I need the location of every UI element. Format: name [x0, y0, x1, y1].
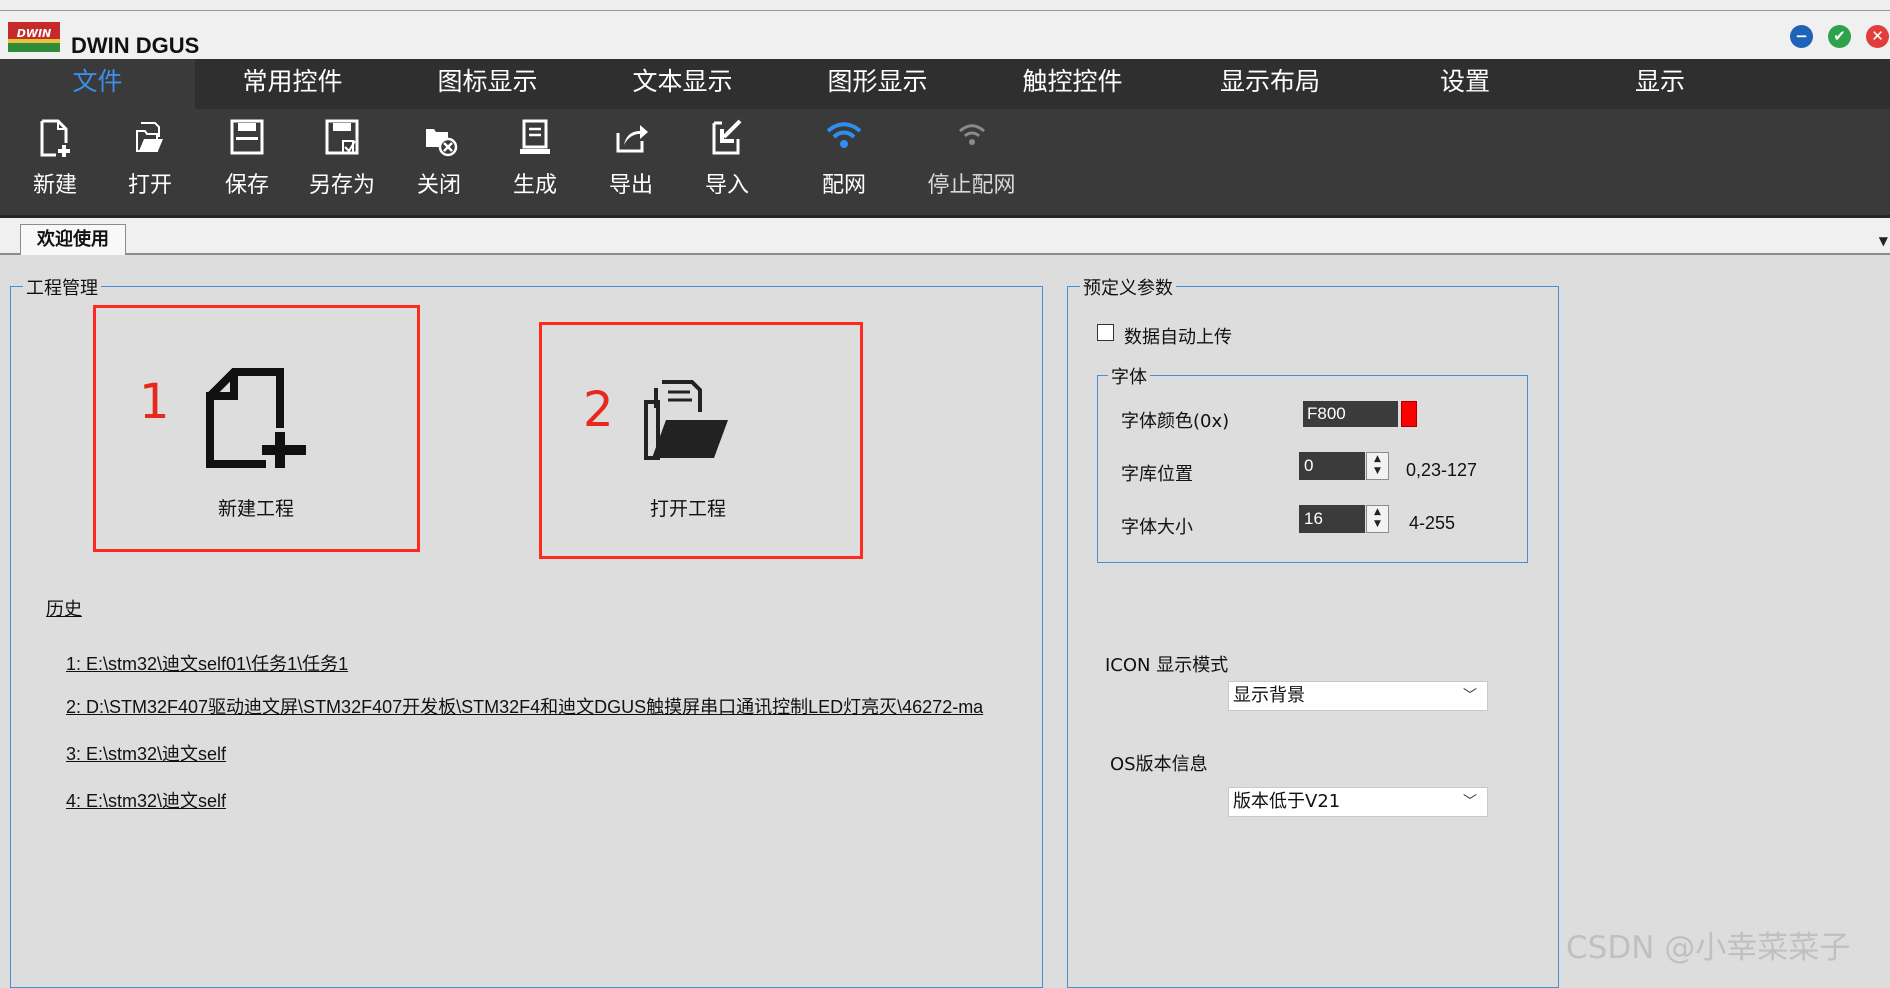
new-project-number: 1: [139, 374, 170, 430]
history-item-2[interactable]: 2: D:\STM32F407驱动迪文屏\STM32F407开发板\STM32F…: [66, 693, 984, 719]
font-size-input[interactable]: 16: [1299, 505, 1365, 533]
toolbar-new-label: 新建: [32, 173, 77, 198]
maximize-button[interactable]: ✔: [1828, 25, 1851, 48]
toolbar-close-label: 关闭: [416, 173, 461, 198]
new-project-icon: [206, 368, 306, 468]
import-icon: [712, 119, 742, 155]
toolbar-export-button[interactable]: 导出: [596, 109, 666, 215]
generate-icon: [520, 119, 550, 154]
font-lib-spinner[interactable]: ▲ ▼: [1366, 452, 1389, 480]
wifi-off-icon: [958, 124, 985, 145]
close-file-icon: [426, 129, 458, 157]
os-version-label: OS版本信息: [1110, 754, 1208, 775]
dwin-logo-icon: DWIN: [8, 22, 60, 52]
open-folder-icon: [136, 122, 163, 152]
save-as-icon: [325, 119, 359, 155]
os-version-value: 版本低于V21: [1233, 791, 1341, 812]
tab-welcome[interactable]: 欢迎使用: [20, 224, 126, 255]
logo-text: DWIN: [17, 27, 52, 40]
toolbar-wifi-label: 配网: [821, 173, 866, 198]
toolbar-save-button[interactable]: 保存: [212, 109, 282, 215]
font-color-swatch[interactable]: [1401, 401, 1417, 427]
menu-common-controls[interactable]: 常用控件: [195, 59, 390, 109]
icon-mode-value: 显示背景: [1233, 685, 1305, 706]
toolbar-save-as-label: 另存为: [308, 173, 375, 198]
toolbar-export-label: 导出: [608, 173, 653, 198]
icon-mode-label: ICON 显示模式: [1105, 655, 1229, 676]
new-file-icon: [40, 119, 70, 157]
toolbar-wifi-button[interactable]: 配网: [809, 109, 879, 215]
predefined-params-title: 预定义参数: [1080, 274, 1176, 300]
menu-text-display[interactable]: 文本显示: [585, 59, 780, 109]
menu-icon-display[interactable]: 图标显示: [390, 59, 585, 109]
menu-graphic-display[interactable]: 图形显示: [780, 59, 975, 109]
toolbar-new-button[interactable]: 新建: [20, 109, 90, 215]
toolbar-stop-wifi-label: 停止配网: [927, 173, 1016, 198]
history-title: 历史: [46, 599, 82, 620]
tab-strip: 欢迎使用 ▼: [0, 218, 1890, 255]
menu-touch-controls[interactable]: 触控控件: [975, 59, 1170, 109]
font-lib-label: 字库位置: [1121, 464, 1193, 485]
font-lib-range: 0,23-127: [1406, 460, 1478, 480]
menu-bar: 文件 常用控件 图标显示 文本显示 图形显示 触控控件 显示布局 设置 显示: [0, 59, 1890, 109]
auto-upload-checkbox[interactable]: [1097, 324, 1114, 341]
menu-display[interactable]: 显示: [1560, 59, 1760, 109]
minimize-button[interactable]: −: [1790, 25, 1813, 48]
font-group-title: 字体: [1108, 363, 1150, 389]
csdn-watermark: CSDN @小幸菜菜子: [1566, 930, 1851, 966]
open-project-icon: [644, 380, 728, 460]
toolbar-generate-button[interactable]: 生成: [500, 109, 570, 215]
history-item-1[interactable]: 1: E:\stm32\迪文self01\任务1\任务1: [66, 650, 348, 676]
toolbar-save-as-button[interactable]: 另存为: [302, 109, 382, 215]
toolbar-open-button[interactable]: 打开: [115, 109, 185, 215]
font-size-label: 字体大小: [1121, 517, 1193, 538]
history-item-4[interactable]: 4: E:\stm32\迪文self: [66, 787, 226, 813]
wifi-icon: [826, 122, 862, 148]
font-color-label: 字体颜色(0x): [1121, 411, 1230, 432]
os-version-select[interactable]: 版本低于V21 ﹀: [1228, 787, 1488, 817]
title-bar: DWIN DWIN DGUS − ✔ ✕: [0, 11, 1890, 59]
chevron-down-icon: ﹀: [1463, 794, 1477, 810]
font-size-range: 4-255: [1409, 513, 1456, 533]
toolbar-stop-wifi-button[interactable]: 停止配网: [920, 109, 1023, 215]
font-size-spinner[interactable]: ▲ ▼: [1366, 505, 1389, 533]
toolbar-save-label: 保存: [224, 173, 269, 198]
project-management-title: 工程管理: [23, 274, 101, 300]
font-lib-input[interactable]: 0: [1299, 452, 1365, 480]
icon-mode-select[interactable]: 显示背景 ﹀: [1228, 681, 1488, 711]
toolbar-generate-label: 生成: [512, 173, 557, 198]
tab-dropdown-icon[interactable]: ▼: [1879, 234, 1888, 248]
close-button[interactable]: ✕: [1866, 25, 1889, 48]
toolbar: 新建 打开 保存 另存为 关闭 生成 导出 导入 配网 停止配网: [0, 109, 1890, 218]
history-item-3[interactable]: 3: E:\stm32\迪文self: [66, 740, 226, 766]
toolbar-close-button[interactable]: 关闭: [404, 109, 474, 215]
menu-settings[interactable]: 设置: [1370, 59, 1560, 109]
open-project-label: 打开工程: [649, 498, 726, 520]
auto-upload-label: 数据自动上传: [1124, 327, 1232, 348]
font-color-input[interactable]: F800: [1303, 401, 1398, 427]
export-icon: [616, 125, 648, 153]
menu-display-layout[interactable]: 显示布局: [1170, 59, 1370, 109]
save-icon: [230, 119, 264, 155]
new-project-label: 新建工程: [217, 498, 294, 520]
toolbar-import-label: 导入: [704, 173, 749, 198]
chevron-down-icon: ﹀: [1463, 688, 1477, 704]
menu-file[interactable]: 文件: [0, 59, 195, 109]
toolbar-import-button[interactable]: 导入: [692, 109, 762, 215]
open-project-number: 2: [583, 382, 614, 438]
window-top-edge: [0, 0, 1890, 11]
app-title: DWIN DGUS: [71, 33, 200, 58]
toolbar-open-label: 打开: [127, 173, 172, 198]
